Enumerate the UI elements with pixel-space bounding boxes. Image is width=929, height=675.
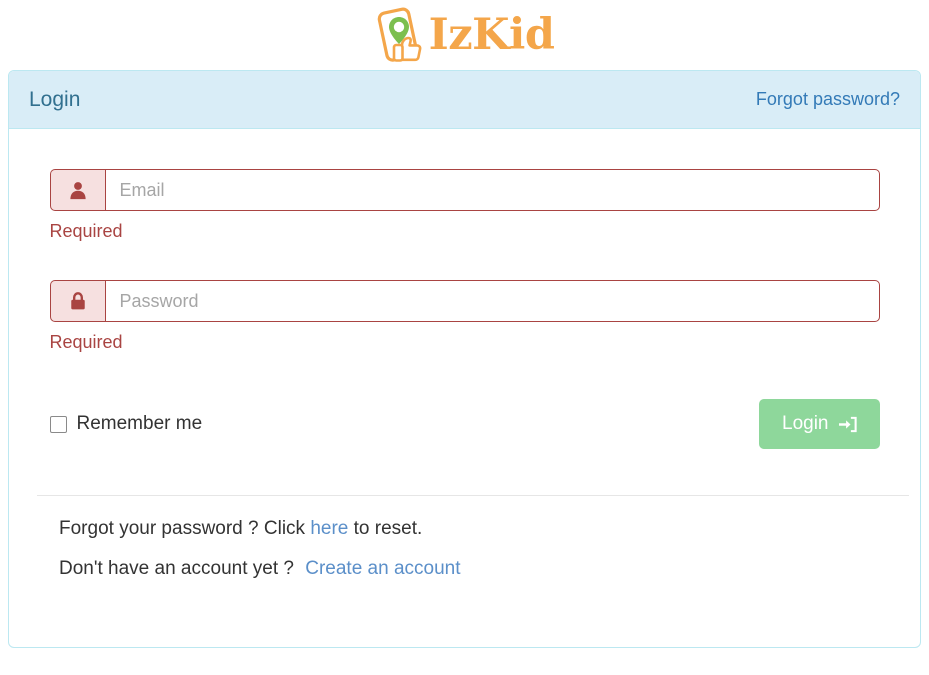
reset-here-link[interactable]: here — [310, 518, 348, 539]
sign-in-icon — [838, 416, 857, 433]
password-form-group: Required — [37, 280, 892, 353]
create-account-link[interactable]: Create an account — [305, 558, 460, 579]
email-input[interactable] — [104, 169, 880, 211]
page-title: Login — [29, 87, 81, 111]
create-account-text-before: Don't have an account yet ? — [59, 558, 294, 579]
brand-logo: IzKid — [375, 7, 555, 63]
form-spacer — [37, 242, 892, 280]
password-input[interactable] — [104, 280, 880, 322]
reset-text-after: to reset. — [353, 518, 423, 539]
reset-text-before: Forgot your password ? Click — [59, 518, 306, 539]
email-form-group: Required — [37, 169, 892, 242]
user-icon — [49, 169, 105, 211]
brand-name: IzKid — [428, 10, 555, 60]
login-button[interactable]: Login — [759, 399, 880, 449]
login-button-label: Login — [782, 413, 829, 434]
brand-logo-area: IzKid — [0, 0, 929, 70]
create-account-line: Don't have an account yet ? Create an ac… — [59, 558, 870, 580]
remember-me-checkbox[interactable] — [49, 415, 67, 433]
forgot-password-link[interactable]: Forgot password? — [756, 89, 900, 110]
password-error-text: Required — [49, 332, 123, 352]
panel-footer: Forgot your password ? Click here to res… — [37, 496, 892, 580]
form-spacer-2 — [37, 353, 892, 399]
email-input-row — [49, 169, 880, 211]
remember-me-label: Remember me — [76, 413, 203, 434]
reset-password-line: Forgot your password ? Click here to res… — [59, 518, 870, 540]
email-error-text: Required — [49, 221, 123, 241]
login-form: Required Required Remember me — [9, 129, 920, 580]
phone-location-thumbsup-logo-icon — [375, 7, 427, 63]
form-actions: Remember me Login — [49, 399, 880, 449]
login-panel: Login Forgot password? Required — [8, 70, 921, 648]
password-input-row — [49, 280, 880, 322]
lock-icon — [49, 280, 105, 322]
panel-header: Login Forgot password? — [9, 71, 920, 129]
remember-me-control[interactable]: Remember me — [49, 413, 203, 435]
